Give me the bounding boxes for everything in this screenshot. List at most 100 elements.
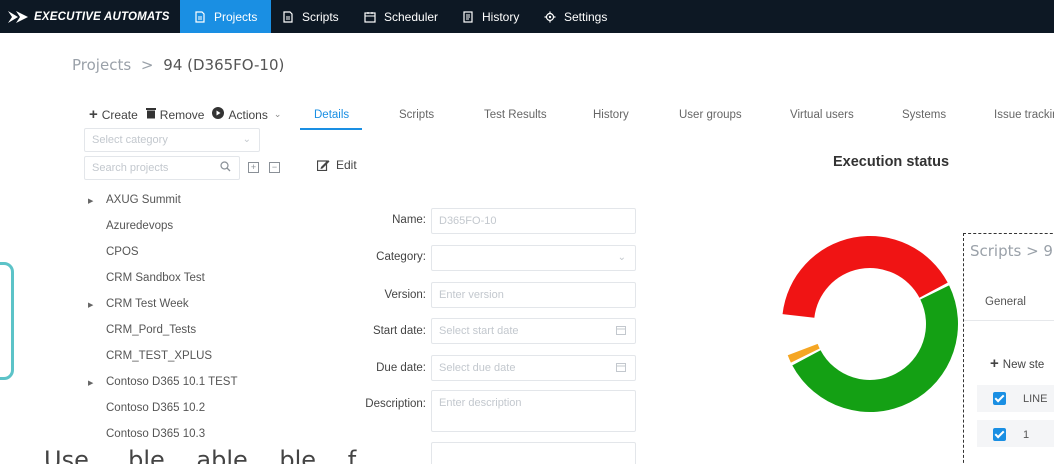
overlay-title: Scripts > 9 (970, 242, 1053, 260)
collapse-all-icon[interactable]: − (269, 162, 280, 173)
nav-projects-label: Projects (214, 9, 258, 24)
row-checkbox[interactable] (993, 428, 1006, 441)
start-date-field[interactable]: Select start date (431, 318, 636, 344)
tree-item[interactable]: Azuredevops (88, 220, 173, 232)
tree-item[interactable]: ▶ AXUG Summit (88, 194, 181, 206)
bottom-caption-text: Use … ble… able… ble… f… (44, 446, 381, 464)
table-row[interactable]: LINE (977, 385, 1054, 413)
tree-item-label: CRM_TEST_XPLUS (106, 350, 213, 362)
tree-item[interactable]: Contoso D365 10.2 (88, 402, 205, 414)
tree-item[interactable]: CRM Sandbox Test (88, 272, 205, 284)
top-navigation-bar: EXECUTIVE AUTOMATS Projects Scripts Sche… (0, 0, 1054, 33)
name-value: D365FO-10 (439, 215, 497, 227)
tree-item[interactable]: CRM_Pord_Tests (88, 324, 196, 336)
brand-logo[interactable]: EXECUTIVE AUTOMATS (8, 0, 170, 33)
tree-item-label: Contoso D365 10.3 (106, 428, 206, 440)
search-projects-input[interactable]: Search projects (84, 156, 240, 180)
create-label: Create (101, 107, 138, 122)
nav-scheduler[interactable]: Scheduler (350, 0, 452, 33)
nav-settings[interactable]: Settings (530, 0, 621, 33)
category-label: Category: (376, 251, 426, 263)
tab-details[interactable]: Details (314, 109, 349, 121)
calendar-icon (616, 362, 626, 375)
start-date-label: Start date: (372, 325, 426, 337)
nav-scripts[interactable]: Scripts (268, 0, 353, 33)
tab-issue-tracking[interactable]: Issue trackin (994, 109, 1054, 121)
nav-scheduler-label: Scheduler (384, 9, 439, 24)
tree-item[interactable]: ▶ CRM Test Week (88, 298, 189, 310)
version-placeholder: Enter version (439, 289, 504, 301)
tree-item-label: Contoso D365 10.1 TEST (106, 376, 238, 388)
extra-field[interactable] (431, 442, 636, 464)
breadcrumb-separator: > (140, 56, 154, 74)
nav-history-label: History (482, 9, 520, 24)
tree-item-label: CRM Sandbox Test (106, 272, 205, 284)
overlay-tab-general[interactable]: General (985, 296, 1026, 308)
description-placeholder: Enter description (439, 397, 522, 409)
tab-scripts[interactable]: Scripts (399, 109, 434, 121)
calendar-icon (364, 11, 376, 23)
due-date-label: Due date: (376, 362, 426, 374)
tree-item[interactable]: ▶ Contoso D365 10.1 TEST (88, 376, 237, 388)
tab-virtual-users[interactable]: Virtual users (790, 109, 854, 121)
document-icon (282, 10, 294, 23)
teal-highlight-frame (0, 262, 14, 380)
tree-item-label: AXUG Summit (106, 194, 181, 206)
tab-test-results[interactable]: Test Results (484, 109, 547, 121)
play-circle-icon (212, 107, 225, 122)
caret-right-icon: ▶ (88, 380, 94, 387)
row-checkbox[interactable] (993, 392, 1006, 405)
plus-icon: + (89, 106, 98, 123)
edit-button[interactable]: Edit (317, 158, 357, 172)
edit-label: Edit (336, 158, 357, 172)
tree-item[interactable]: Contoso D365 10.3 (88, 428, 205, 440)
row-label: LINE (1023, 393, 1048, 405)
due-date-field[interactable]: Select due date (431, 355, 636, 381)
create-button[interactable]: + Create (89, 106, 138, 123)
project-toolbar: + Create Remove Actions ⌄ (89, 106, 289, 123)
execution-status-donut (782, 236, 959, 413)
search-projects-placeholder: Search projects (92, 162, 169, 174)
trash-icon (145, 107, 156, 122)
overlay-tab-divider (964, 320, 1054, 321)
version-label: Version: (384, 289, 426, 301)
tab-history[interactable]: History (593, 109, 629, 121)
description-label: Description: (365, 398, 426, 410)
category-select-placeholder: Select category (92, 134, 168, 146)
category-select-field[interactable]: ⌄ (431, 245, 636, 271)
actions-dropdown[interactable]: Actions ⌄ (212, 107, 281, 122)
caret-right-icon: ▶ (88, 302, 94, 309)
expand-all-icon[interactable]: + (248, 162, 259, 173)
row-label: 1 (1023, 429, 1030, 441)
brand-chevron-icon (8, 10, 28, 23)
category-select[interactable]: Select category ⌄ (84, 128, 260, 152)
tree-item-label: CRM_Pord_Tests (106, 324, 197, 336)
description-field[interactable]: Enter description (431, 390, 636, 432)
tab-systems[interactable]: Systems (902, 109, 946, 121)
start-date-placeholder: Select start date (439, 325, 519, 337)
brand-name: EXECUTIVE AUTOMATS (34, 10, 170, 23)
nav-history[interactable]: History (448, 0, 533, 33)
tab-user-groups[interactable]: User groups (679, 109, 742, 121)
breadcrumb-root[interactable]: Projects (72, 56, 131, 74)
name-field[interactable]: D365FO-10 (431, 208, 636, 234)
table-row[interactable]: 1 (977, 420, 1054, 448)
active-tab-indicator (300, 128, 362, 130)
search-icon (220, 161, 231, 175)
tree-item[interactable]: CRM_TEST_XPLUS (88, 350, 212, 362)
actions-label: Actions (228, 107, 268, 122)
history-icon (462, 10, 474, 23)
gear-icon (544, 11, 556, 23)
version-field[interactable]: Enter version (431, 282, 636, 308)
tree-item-label: CPOS (106, 246, 139, 258)
remove-label: Remove (159, 107, 205, 122)
tree-item[interactable]: CPOS (88, 246, 139, 258)
new-step-button[interactable]: + New ste (990, 355, 1044, 372)
edit-icon (317, 160, 330, 171)
remove-button[interactable]: Remove (145, 107, 205, 122)
chevron-down-icon: ⌄ (617, 252, 626, 263)
nav-projects[interactable]: Projects (180, 0, 272, 33)
new-step-label: New ste (1002, 359, 1045, 371)
chart-title: Execution status (833, 154, 950, 170)
nav-settings-label: Settings (564, 9, 608, 24)
